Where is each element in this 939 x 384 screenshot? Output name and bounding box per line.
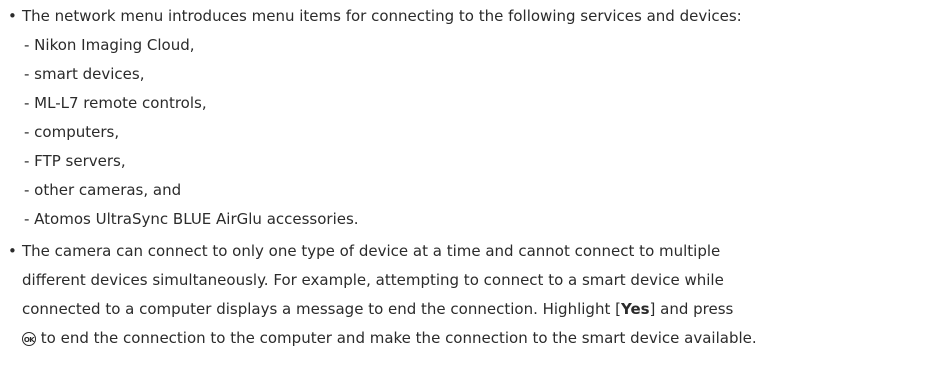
list-item-nikon-imaging-cloud: - Nikon Imaging Cloud,	[24, 36, 195, 54]
list-item-atomos-accessories: - Atomos UltraSync BLUE AirGlu accessori…	[24, 210, 359, 228]
bullet-text-line-3: connected to a computer displays a messa…	[22, 295, 733, 324]
line-3-suffix: ] and press	[649, 300, 734, 318]
list-item-ml-l7-remote: - ML-L7 remote controls,	[24, 94, 207, 112]
yes-label: Yes	[620, 300, 650, 318]
list-item-smart-devices: - smart devices,	[24, 65, 145, 83]
bullet-text-line-4: OK to end the connection to the computer…	[22, 324, 757, 353]
list-item-computers: - computers,	[24, 123, 120, 141]
bullet-network-menu: • The network menu introduces menu items …	[8, 2, 936, 31]
ok-button-icon: OK	[22, 332, 36, 346]
line-3-prefix: connected to a computer displays a messa…	[22, 300, 621, 318]
bullet-text-line-1: The camera can connect to only one type …	[22, 242, 721, 260]
bullet-dot: •	[8, 242, 17, 260]
bullet-text-line-2: different devices simultaneously. For ex…	[22, 271, 724, 289]
bullet-text: The network menu introduces menu items f…	[22, 7, 742, 25]
line-4-text: to end the connection to the computer an…	[36, 329, 757, 347]
document-page: • The network menu introduces menu items …	[0, 0, 939, 384]
bullet-dot: •	[8, 7, 17, 25]
list-item-other-cameras: - other cameras, and	[24, 181, 182, 199]
list-item-ftp-servers: - FTP servers,	[24, 152, 126, 170]
bullet-single-connection: • The camera can connect to only one type…	[8, 237, 936, 266]
